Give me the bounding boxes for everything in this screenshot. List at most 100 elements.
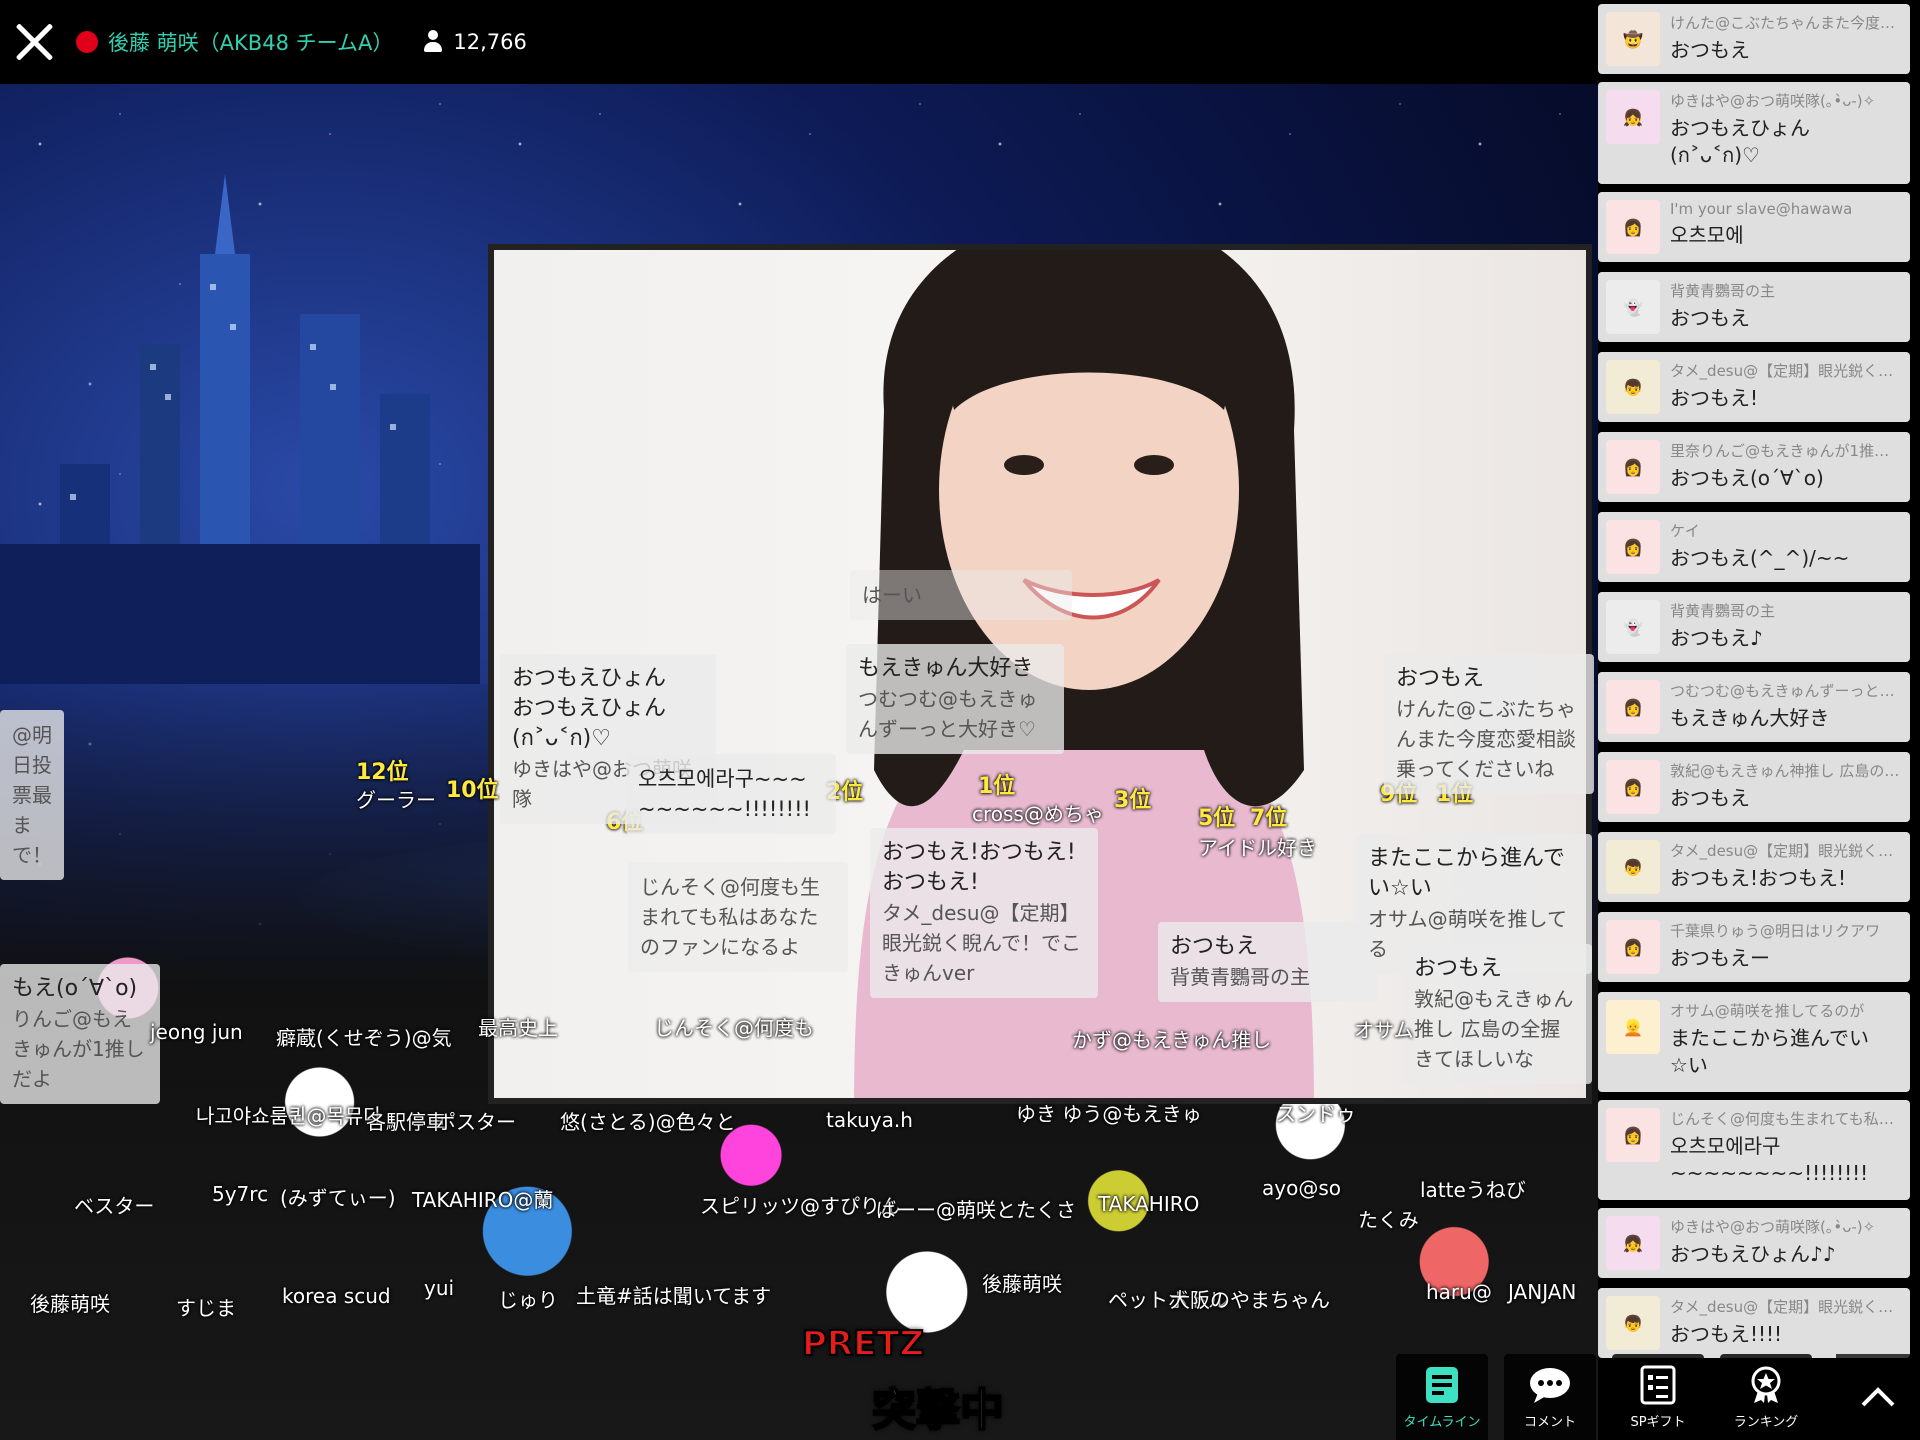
crowd-member-name: latteうねび <box>1420 1178 1526 1202</box>
nav-timeline[interactable]: タイムライン <box>1396 1354 1488 1440</box>
comment-item[interactable]: 🤠 けんた@こぶたちゃんまた今度恋愛相談乗ってくださいねおつもえ <box>1598 4 1910 74</box>
crowd-member-name: 土竜#話は聞いてます <box>576 1284 772 1308</box>
anime-girl-avatar: 👧 <box>1606 1216 1660 1270</box>
crowd-member-name: たくみ <box>1358 1208 1419 1232</box>
crowd-member-name: 5y7rc <box>212 1182 269 1206</box>
comment-item[interactable]: 👩 ケイ おつもえ(^_^)/~~ <box>1598 512 1910 582</box>
broadcaster-name: 後藤 萌咲（AKB48 チームA） <box>108 31 394 55</box>
crowd-member-name: じゅり <box>498 1288 558 1312</box>
nav-comment-label: コメント <box>1523 1414 1576 1430</box>
crowd-member-name: オサム <box>1354 1018 1414 1042</box>
city-skyline-illustration <box>0 174 480 684</box>
comment-item[interactable]: 👩 つむつむ@もえきゅんずーっと大好き もえきゅん大好き <box>1598 672 1910 742</box>
crowd-member-name: haru@ <box>1426 1280 1492 1304</box>
crowd-member-name: 最高史上 <box>478 1016 558 1040</box>
comment-item[interactable]: 👩 千葉県りゅう@明日はリクアワ おつもえー <box>1598 912 1910 982</box>
ranking-medal-icon <box>1751 1366 1781 1403</box>
floating-comment: じんそく@何度も生まれても私はあなたのファンになるよ <box>628 862 848 972</box>
crowd-member-name: 癖蔵(くせぞう)@気 <box>276 1026 452 1050</box>
comment-item[interactable]: 👦 タメ_desu@【定期】眼光鋭く睨んで！おつもえ!おつもえ! <box>1598 832 1910 902</box>
floating-comment: おつもえ 背黄青鸚哥の主 <box>1158 922 1378 1002</box>
comment-item[interactable]: 👻 背黄青鸚哥の主 おつもえ <box>1598 272 1910 342</box>
crowd-member-name: 後藤萌咲 <box>30 1292 110 1316</box>
comment-item[interactable]: 👱 オサム@萌咲を推してるのが またここから進んでい ☆い <box>1598 992 1910 1092</box>
crowd-member-name: 後藤萌咲 <box>982 1272 1062 1296</box>
floating-comment: はーい <box>850 570 1072 620</box>
crowd-member-name: 大阪のやまちゃん <box>1170 1288 1330 1312</box>
comment-item[interactable]: 👧 ゆきはや@おつ萌咲隊(｡•̀ᴗ-)✧ おつもえひょん♪♪ <box>1598 1208 1910 1278</box>
idol-avatar: 👩 <box>1606 760 1660 814</box>
floating-comment: @明日投票最まで！ <box>0 710 64 880</box>
nav-sp-gift-label: SPギフト <box>1630 1414 1686 1430</box>
idol-avatar: 👩 <box>1606 200 1660 254</box>
crowd-member-name: スンドゥ <box>1276 1102 1356 1126</box>
floating-comment: 오츠모에라구~~~ ~~~~~~!!!!!!!! <box>626 754 836 834</box>
crowd-member-name: JANJAN <box>1508 1280 1577 1304</box>
comment-item[interactable]: 👩 じんそく@何度も生まれても私はあなたのファンになるよ오츠모에라구 ~~~~~… <box>1598 1100 1910 1200</box>
crowd-member-name: スピリッツ@すぴりん <box>700 1194 900 1218</box>
crowd-member-name: cross@めちゃ <box>972 802 1104 826</box>
anime-girl-avatar: 👧 <box>1606 90 1660 144</box>
comment-item[interactable]: 👦 タメ_desu@【定期】眼光鋭く睨んで！おつもえ! <box>1598 352 1910 422</box>
crowd-member-name: グーラー <box>356 788 436 812</box>
nav-ranking[interactable]: ランキング <box>1720 1354 1812 1440</box>
crowd-member-name: すじま <box>176 1296 236 1320</box>
floating-comment: おつもえ 敦紀@もえきゅん推し 広島の全握きてほしいな <box>1402 944 1592 1084</box>
floating-comment: もえきゅん大好き つむつむ@もえきゅんずーっと大好き♡ <box>846 644 1064 754</box>
ghost-witch-avatar: 👻 <box>1606 600 1660 654</box>
scroll-top-button[interactable] <box>1836 1354 1920 1440</box>
crowd-member-name: アイドル好き <box>1198 836 1317 860</box>
comment-item[interactable]: 👻 背黄青鸚哥の主 おつもえ♪ <box>1598 592 1910 662</box>
floating-comment: おつもえ!おつもえ! おつもえ! タメ_desu@【定期】眼光鋭く睨んで！でこき… <box>870 828 1098 998</box>
comment-item[interactable]: 👩 I'm your slave@hawawa 오츠모에 <box>1598 192 1910 262</box>
boy-avatar: 👦 <box>1606 840 1660 894</box>
crowd-member-name: ポスター <box>436 1110 516 1134</box>
close-icon[interactable] <box>12 20 56 64</box>
crowd-member-name: 悠(さとる)@色々と <box>560 1110 736 1134</box>
pretz-gift-banner: PRETZ <box>801 1323 925 1365</box>
crowd-member-name: かず@もえきゅん推し <box>1072 1028 1272 1052</box>
viewer-count-icon <box>423 30 443 54</box>
chevron-up-icon <box>1861 1387 1895 1407</box>
crowd-member-name: じんそく@何度も <box>654 1016 814 1040</box>
idol-avatar: 👩 <box>1606 920 1660 974</box>
nav-comment[interactable]: コメント <box>1504 1354 1596 1440</box>
boy-avatar: 👦 <box>1606 360 1660 414</box>
rank-badge: 5位 <box>1198 806 1236 831</box>
blonde-girl-avatar: 👱 <box>1606 1000 1660 1054</box>
rank-badge: 10位 <box>446 778 499 803</box>
charge-gift-banner: 突撃中 <box>871 1384 1005 1437</box>
floating-comment: おつもえ けんた@こぶたちゃんまた今度恋愛相談乗ってくださいね <box>1384 654 1594 794</box>
comment-item[interactable]: 👦 タメ_desu@【定期】眼光鋭く睨んで！おつもえ!!!! <box>1598 1288 1910 1358</box>
crowd-member-name: TAKAHIRO@蘭 <box>412 1188 554 1212</box>
viewer-count: 12,766 <box>453 30 527 54</box>
cowboy-avatar: 🤠 <box>1606 12 1660 66</box>
crowd-member-name: takuya.h <box>826 1108 913 1132</box>
crowd-member-name: ayo@so <box>1262 1176 1341 1200</box>
rank-badge: 12位 <box>356 760 409 785</box>
crowd-member-name: 나고야쇼룸퀸@목뮤다 <box>196 1104 382 1128</box>
crowd-member-name: ベスター <box>74 1194 155 1218</box>
rank-badge: 1位 <box>978 774 1016 799</box>
crowd-member-name: jeong jun <box>150 1020 243 1044</box>
live-stage: 12位 10位 6位 2位 1位 3位 5位 7位 9位 1位 おつもえひょん … <box>0 84 1598 1440</box>
nav-sp-gift[interactable]: SPギフト <box>1612 1354 1704 1440</box>
speech-bubble-icon <box>1530 1367 1570 1403</box>
floating-comment: もえ(o´∀`o) りんご@もえきゅんが1推しだよ <box>0 964 160 1104</box>
comment-item[interactable]: 👩 里奈りんご@もえきゅんが1推しだよ おつもえ(o´∀`o) <box>1598 432 1910 502</box>
comment-item[interactable]: 👩 敦紀@もえきゅん神推し 広島の全握 おつもえ <box>1598 752 1910 822</box>
crowd-member-name: 各駅停車 <box>366 1110 446 1134</box>
idol-avatar: 👩 <box>1606 440 1660 494</box>
ghost-witch-avatar: 👻 <box>1606 280 1660 334</box>
boy-avatar: 👦 <box>1606 1296 1660 1350</box>
nav-timeline-label: タイムライン <box>1403 1414 1481 1430</box>
crowd-member-name: TAKAHIRO <box>1098 1192 1200 1216</box>
idol-avatar: 👩 <box>1606 520 1660 574</box>
timeline-icon <box>1426 1366 1458 1403</box>
crowd-member-name: yui <box>424 1276 455 1300</box>
top-bar: 後藤 萌咲（AKB48 チームA） 12,766 <box>0 0 1598 84</box>
comment-timeline[interactable]: 🤠 けんた@こぶたちゃんまた今度恋愛相談乗ってくださいねおつもえ 👧 ゆきはや@… <box>1598 0 1920 1440</box>
crowd-member-name: ばーー@萌咲とたくさ <box>876 1198 1076 1222</box>
idol-avatar: 👩 <box>1606 1108 1660 1162</box>
comment-item[interactable]: 👧 ゆきはや@おつ萌咲隊(｡•̀ᴗ-)✧ おつもえひょん (ก˃ᴗ˂ก)♡ <box>1598 82 1910 184</box>
